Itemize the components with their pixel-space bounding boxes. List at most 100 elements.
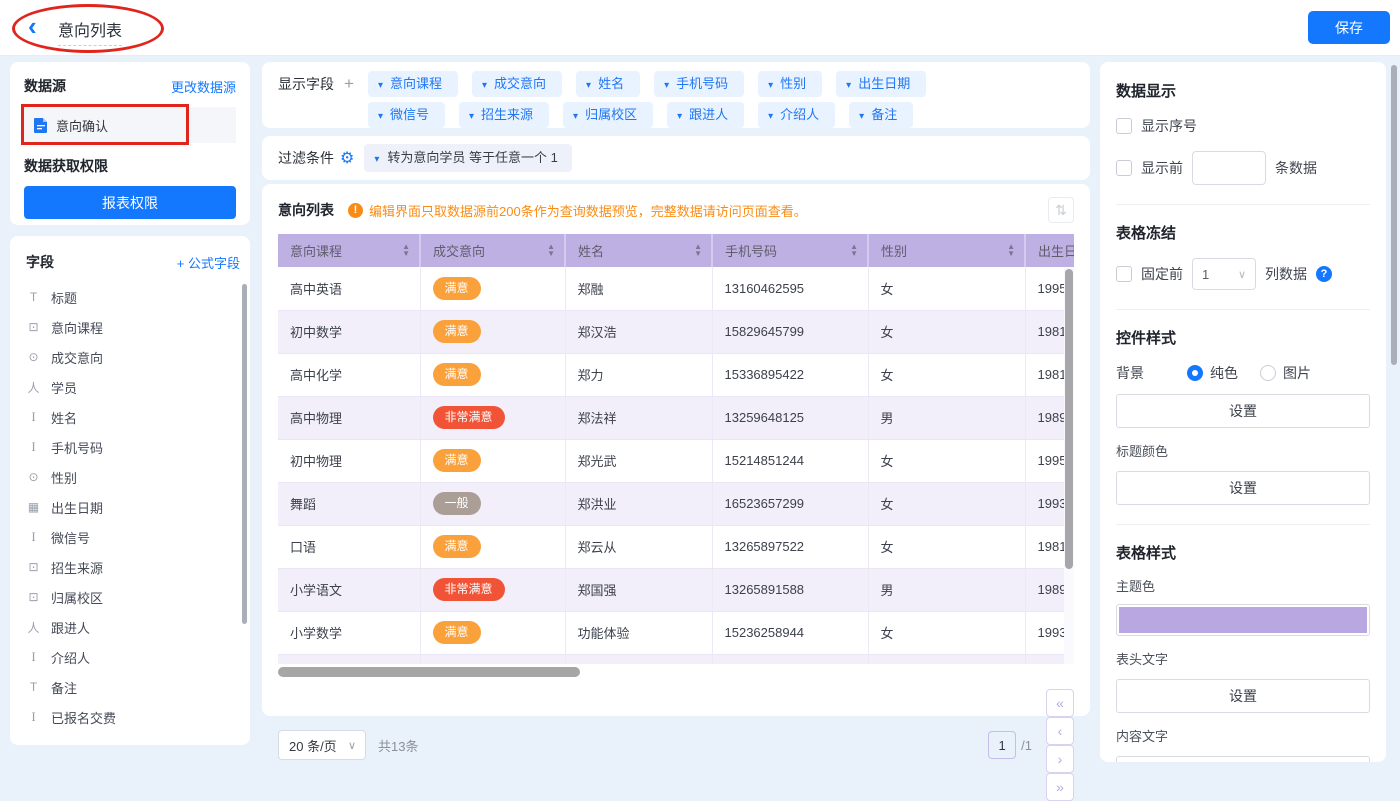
field-item-姓名[interactable]: I姓名 [26,402,240,432]
field-item-意向课程[interactable]: ⊡意向课程 [26,312,240,342]
sort-order-icon[interactable]: ⇅ [1048,197,1074,223]
intent-pill: 满意 [433,277,481,300]
display-field-chips: ▾意向课程▾成交意向▾姓名▾手机号码▾性别▾出生日期▾微信号▾招生来源▾归属校区… [368,71,926,119]
display-fields-label: 显示字段 [278,71,334,119]
display-field-chip-招生来源[interactable]: ▾招生来源 [459,102,549,128]
display-field-chip-意向课程[interactable]: ▾意向课程 [368,71,458,97]
add-field-icon[interactable]: + [344,71,354,119]
field-item-微信号[interactable]: I微信号 [26,522,240,552]
chip-label: 性别 [780,76,806,91]
freeze-count-select[interactable]: 1 ∨ [1192,258,1256,290]
show-top-checkbox[interactable] [1116,160,1132,176]
table-row: 舞蹈一般郑洪业16523657299女1993-08 [278,482,1074,525]
show-index-label: 显示序号 [1141,116,1197,136]
display-field-chip-归属校区[interactable]: ▾归属校区 [563,102,653,128]
preview-warning: ! 编辑界面只取数据源前200条作为查询数据预览，完整数据请访问页面查看。 [348,201,807,220]
column-header-姓名[interactable]: 姓名▲▼ [565,234,712,267]
report-permission-button[interactable]: 报表权限 [24,186,236,219]
datasource-item[interactable]: 意向确认 [24,107,236,143]
field-item-归属校区[interactable]: ⊡归属校区 [26,582,240,612]
display-field-chip-备注[interactable]: ▾备注 [849,102,913,128]
table-cell: 满意 [420,267,565,310]
filter-condition-chip[interactable]: ▾转为意向学员 等于任意一个 1 [364,144,572,172]
intent-pill: 满意 [433,449,481,472]
field-item-标题[interactable]: T标题 [26,282,240,312]
background-set-button[interactable]: 设置 [1116,394,1370,428]
table-row: 高中物理非常满意郑法祥13259648125男1989-11 [278,396,1074,439]
freeze-title: 表格冻结 [1116,222,1370,243]
field-item-出生日期[interactable]: ▦出生日期 [26,492,240,522]
display-field-chip-介绍人[interactable]: ▾介绍人 [758,102,835,128]
prev-page-button[interactable]: ‹ [1046,717,1074,745]
table-row: 高中化学满意郑力15336895422女1981-06 [278,353,1074,396]
sorter-icon[interactable]: ▲▼ [694,243,702,257]
sorter-icon[interactable]: ▲▼ [850,243,858,257]
field-item-介绍人[interactable]: I介绍人 [26,642,240,672]
field-item-label: 微信号 [51,528,90,547]
display-field-chip-出生日期[interactable]: ▾出生日期 [836,71,926,97]
display-field-chip-跟进人[interactable]: ▾跟进人 [667,102,744,128]
sorter-icon[interactable]: ▲▼ [402,243,410,257]
last-page-button[interactable]: » [1046,773,1074,801]
chip-label: 跟进人 [689,107,728,122]
content-text-set-button[interactable]: 设置 [1116,756,1370,762]
field-item-性别[interactable]: ⊙性别 [26,462,240,492]
title-field-icon: T [26,290,41,304]
first-page-button[interactable]: « [1046,689,1074,717]
chevron-down-icon: ∨ [348,739,356,752]
display-field-chip-成交意向[interactable]: ▾成交意向 [472,71,562,97]
header-text-set-button[interactable]: 设置 [1116,679,1370,713]
display-field-chip-姓名[interactable]: ▾姓名 [576,71,640,97]
table-cell: 高中英语 [278,267,420,310]
page-size-value: 20 条/页 [289,736,337,755]
column-header-性别[interactable]: 性别▲▼ [868,234,1025,267]
show-index-checkbox[interactable] [1116,118,1132,134]
column-header-出生日期[interactable]: 出生日期▲▼ [1025,234,1074,267]
next-page-button[interactable]: › [1046,745,1074,773]
display-field-chip-性别[interactable]: ▾性别 [758,71,822,97]
change-datasource-link[interactable]: 更改数据源 [171,77,236,96]
sorter-icon[interactable]: ▲▼ [1007,243,1015,257]
table-card: 意向列表 ! 编辑界面只取数据源前200条作为查询数据预览，完整数据请访问页面查… [262,184,1090,716]
freeze-checkbox[interactable] [1116,266,1132,282]
sorter-icon[interactable]: ▲▼ [547,243,555,257]
field-item-已报名交费[interactable]: I已报名交费 [26,702,240,732]
header-text-label: 表头文字 [1116,649,1370,668]
theme-color-swatch[interactable] [1116,604,1370,636]
page-title[interactable]: 意向列表 [58,17,122,46]
data-display-title: 数据显示 [1116,80,1370,101]
back-icon[interactable]: ‹ [28,12,37,40]
field-item-学员[interactable]: 人学员 [26,372,240,402]
field-item-跟进人[interactable]: 人跟进人 [26,612,240,642]
column-header-成交意向[interactable]: 成交意向▲▼ [420,234,565,267]
show-top-input[interactable] [1192,151,1266,185]
field-item-手机号码[interactable]: I手机号码 [26,432,240,462]
fields-scrollbar[interactable] [242,284,247,624]
freeze-prefix: 固定前 [1141,264,1183,284]
field-item-备注[interactable]: T备注 [26,672,240,702]
warning-text: 编辑界面只取数据源前200条作为查询数据预览，完整数据请访问页面查看。 [369,201,807,220]
column-header-意向课程[interactable]: 意向课程▲▼ [278,234,420,267]
field-item-成交意向[interactable]: ⊙成交意向 [26,342,240,372]
display-field-chip-微信号[interactable]: ▾微信号 [368,102,445,128]
display-field-chip-手机号码[interactable]: ▾手机号码 [654,71,744,97]
gear-icon[interactable]: ⚙ [340,148,354,168]
page-size-select[interactable]: 20 条/页 ∨ [278,730,366,760]
save-button[interactable]: 保存 [1308,11,1390,44]
panel-scrollbar[interactable] [1391,65,1397,365]
table-cell: 一般 [420,482,565,525]
solid-color-radio[interactable]: 纯色 [1187,363,1238,383]
help-icon[interactable]: ? [1316,266,1332,282]
caret-down-icon: ▾ [846,80,851,91]
total-count: 共13条 [378,736,988,755]
formula-field-link[interactable]: + 公式字段 [177,253,240,272]
image-radio[interactable]: 图片 [1260,363,1311,383]
title-color-set-button[interactable]: 设置 [1116,471,1370,505]
table-vertical-scrollbar[interactable] [1065,269,1073,569]
caret-down-icon: ▾ [378,80,383,91]
field-item-招生来源[interactable]: ⊡招生来源 [26,552,240,582]
filter-condition-text: 转为意向学员 等于任意一个 1 [387,150,557,165]
table-horizontal-scrollbar[interactable] [278,667,580,677]
panel-scrollbar-track [1391,62,1397,755]
column-header-手机号码[interactable]: 手机号码▲▼ [712,234,868,267]
